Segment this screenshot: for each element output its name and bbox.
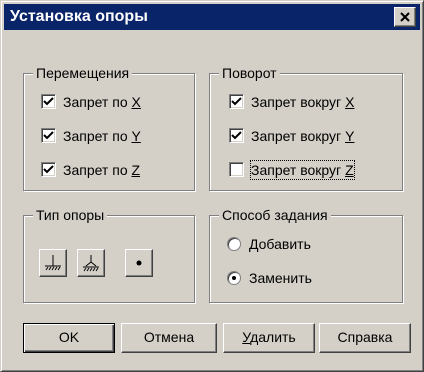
checkbox-box[interactable] (229, 94, 244, 109)
method-group: Способ задания Добавить Заменить (209, 207, 403, 303)
free-node-button[interactable] (125, 249, 153, 277)
checkmark-icon (43, 165, 54, 174)
delete-button[interactable]: Удалить (223, 323, 315, 353)
checkbox-box[interactable] (229, 128, 244, 143)
support-setup-dialog: Установка опоры Перемещения Запрет по X … (0, 0, 424, 372)
pinned-support-button[interactable] (77, 249, 105, 277)
replace-radio-label: Заменить (249, 270, 312, 286)
support-type-group: Тип опоры (23, 207, 195, 303)
checkmark-icon (231, 131, 242, 140)
radio-circle[interactable] (227, 271, 241, 285)
restrict-rot-y-label: Запрет вокруг Y (251, 128, 355, 144)
close-button[interactable] (394, 7, 416, 27)
checkbox-box[interactable] (229, 162, 244, 177)
restrict-x-label: Запрет по X (63, 94, 141, 110)
ok-button[interactable]: OK (23, 323, 115, 353)
pinned-support-icon (83, 255, 99, 272)
add-radio-label: Добавить (249, 236, 311, 252)
checkmark-icon (43, 131, 54, 140)
restrict-y-label: Запрет по Y (63, 128, 141, 144)
support-type-legend: Тип опоры (33, 207, 108, 223)
radio-circle[interactable] (227, 237, 241, 251)
radio-dot (232, 276, 236, 280)
close-icon (400, 12, 410, 22)
restrict-rot-z-label: Запрет вокруг Z (250, 160, 355, 180)
window-title: Установка опоры (10, 8, 148, 25)
checkmark-icon (231, 97, 242, 106)
movement-group: Перемещения Запрет по X Запрет по Y Запр… (23, 65, 195, 191)
cancel-button[interactable]: Отмена (121, 323, 217, 353)
help-button[interactable]: Справка (319, 323, 411, 353)
restrict-z-label: Запрет по Z (63, 162, 141, 178)
restrict-rot-x-label: Запрет вокруг X (251, 94, 355, 110)
rotation-group: Поворот Запрет вокруг X Запрет вокруг Y … (209, 65, 403, 191)
checkbox-box[interactable] (41, 128, 56, 143)
method-legend: Способ задания (219, 207, 331, 223)
rotation-legend: Поворот (219, 65, 280, 81)
free-node-icon (136, 260, 142, 266)
checkmark-icon (43, 97, 54, 106)
title-bar[interactable]: Установка опоры (4, 4, 420, 30)
checkbox-box[interactable] (41, 94, 56, 109)
fixed-support-icon (45, 255, 61, 271)
movement-legend: Перемещения (33, 65, 133, 81)
checkbox-box[interactable] (41, 162, 56, 177)
fixed-support-button[interactable] (39, 249, 67, 277)
